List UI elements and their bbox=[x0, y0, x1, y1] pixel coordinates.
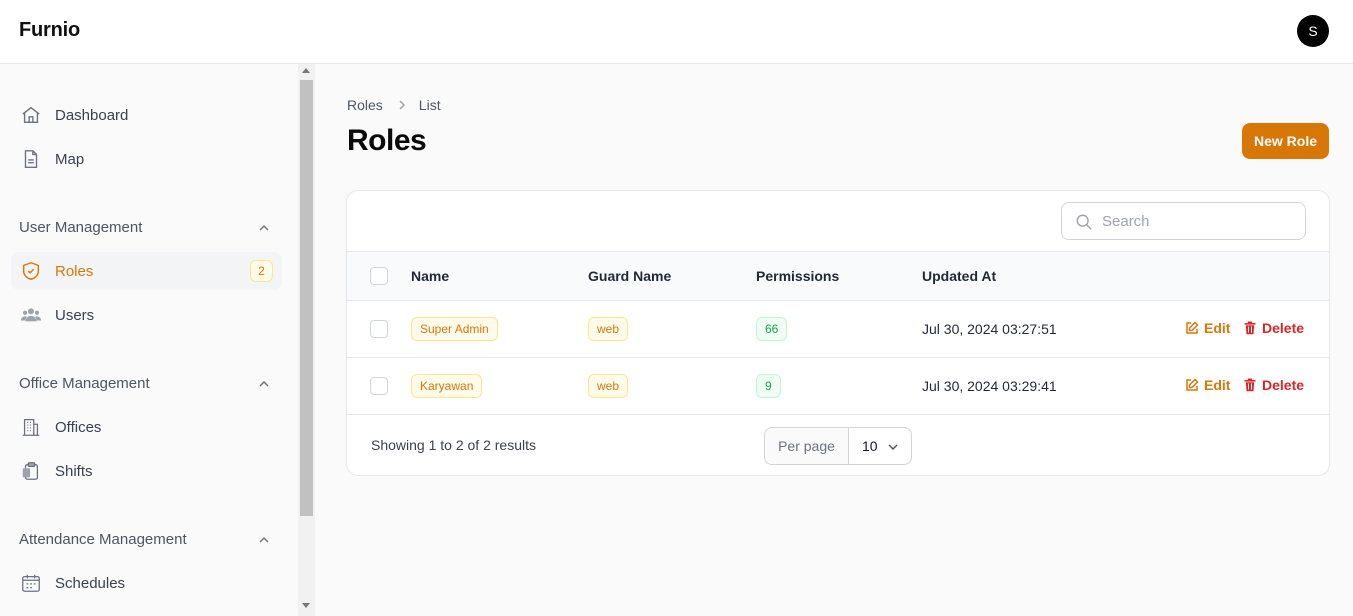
role-name-badge: Super Admin bbox=[411, 317, 498, 341]
trash-icon bbox=[1244, 321, 1256, 335]
guard-name-badge: web bbox=[588, 374, 629, 398]
brand-logo[interactable]: Furnio bbox=[19, 19, 80, 42]
sidebar-item-schedules[interactable]: Schedules bbox=[11, 564, 282, 602]
users-icon bbox=[20, 308, 42, 322]
sidebar-item-label: Shifts bbox=[55, 463, 93, 480]
sidebar-item-label: Offices bbox=[55, 419, 102, 436]
sidebar-scrollbar[interactable] bbox=[298, 64, 315, 616]
edit-label: Edit bbox=[1204, 377, 1231, 393]
search-input[interactable]: Search bbox=[1061, 202, 1306, 240]
column-updated-at[interactable]: Updated At bbox=[922, 268, 996, 284]
sidebar-item-label: Dashboard bbox=[55, 107, 129, 124]
per-page-label: Per page bbox=[765, 428, 849, 464]
delete-button[interactable]: Delete bbox=[1243, 320, 1304, 336]
group-office-management[interactable]: Office Management bbox=[19, 375, 150, 392]
breadcrumb-list: List bbox=[418, 97, 441, 113]
sidebar: Dashboard Map User Management Roles 2 Us… bbox=[0, 64, 298, 616]
sidebar-item-offices[interactable]: Offices bbox=[11, 408, 282, 446]
calendar-icon bbox=[22, 574, 40, 592]
edit-button[interactable]: Edit bbox=[1185, 320, 1230, 336]
table-row: Karyawan web 9 Jul 30, 2024 03:29:41 Edi… bbox=[347, 358, 1329, 415]
user-avatar[interactable]: S bbox=[1297, 15, 1329, 47]
scrollbar-thumb[interactable] bbox=[300, 80, 313, 516]
trash-icon bbox=[1244, 378, 1256, 392]
row-checkbox[interactable] bbox=[370, 320, 388, 338]
group-attendance-management[interactable]: Attendance Management bbox=[19, 531, 187, 548]
scroll-down-arrow-icon[interactable] bbox=[302, 603, 310, 608]
role-name-badge: Karyawan bbox=[411, 374, 483, 398]
edit-icon bbox=[1186, 378, 1199, 391]
building-icon bbox=[22, 419, 40, 436]
scroll-up-arrow-icon[interactable] bbox=[302, 68, 310, 73]
sidebar-item-roles[interactable]: Roles 2 bbox=[11, 252, 282, 290]
document-icon bbox=[24, 150, 38, 168]
chevron-right-icon bbox=[399, 100, 405, 110]
pagination-summary: Showing 1 to 2 of 2 results bbox=[371, 437, 536, 453]
edit-label: Edit bbox=[1204, 320, 1231, 336]
chevron-down-icon bbox=[888, 444, 898, 451]
search-icon bbox=[1076, 214, 1092, 230]
updated-at-cell: Jul 30, 2024 03:29:41 bbox=[922, 378, 1057, 394]
count-badge: 2 bbox=[250, 260, 273, 282]
updated-at-cell: Jul 30, 2024 03:27:51 bbox=[922, 321, 1057, 337]
delete-label: Delete bbox=[1262, 377, 1305, 393]
column-permissions[interactable]: Permissions bbox=[756, 268, 839, 284]
delete-label: Delete bbox=[1262, 320, 1305, 336]
search-placeholder: Search bbox=[1102, 213, 1150, 230]
column-guard-name[interactable]: Guard Name bbox=[588, 268, 671, 284]
per-page-value: 10 bbox=[862, 438, 878, 454]
breadcrumb: Roles List bbox=[347, 97, 441, 113]
chevron-up-icon[interactable] bbox=[257, 221, 271, 235]
column-name[interactable]: Name bbox=[411, 268, 449, 284]
group-user-management[interactable]: User Management bbox=[19, 219, 142, 236]
sidebar-item-label: Roles bbox=[55, 263, 94, 280]
edit-button[interactable]: Edit bbox=[1185, 377, 1230, 393]
edit-icon bbox=[1186, 321, 1199, 334]
row-checkbox[interactable] bbox=[370, 377, 388, 395]
sidebar-item-shifts[interactable]: Shifts bbox=[11, 452, 282, 490]
table-header: Name Guard Name Permissions Updated At bbox=[347, 251, 1329, 301]
sidebar-item-label: Map bbox=[55, 151, 85, 168]
page-title: Roles bbox=[347, 124, 427, 157]
table-row: Super Admin web 66 Jul 30, 2024 03:27:51… bbox=[347, 301, 1329, 358]
sidebar-item-dashboard[interactable]: Dashboard bbox=[11, 96, 282, 134]
guard-name-badge: web bbox=[588, 317, 629, 341]
permissions-count-badge: 66 bbox=[756, 317, 788, 341]
clipboard-icon bbox=[22, 462, 39, 480]
select-all-checkbox[interactable] bbox=[370, 267, 388, 285]
shield-icon bbox=[22, 261, 40, 281]
roles-table-card: Search Name Guard Name Permissions Updat… bbox=[346, 190, 1330, 476]
home-icon bbox=[22, 106, 40, 124]
new-role-button[interactable]: New Role bbox=[1242, 123, 1329, 159]
permissions-count-badge: 9 bbox=[756, 374, 781, 398]
sidebar-item-label: Schedules bbox=[55, 575, 126, 592]
top-bar: Furnio S bbox=[0, 0, 1353, 64]
per-page-select[interactable]: Per page 10 bbox=[764, 427, 912, 465]
breadcrumb-roles[interactable]: Roles bbox=[347, 97, 383, 113]
sidebar-item-map[interactable]: Map bbox=[11, 140, 282, 178]
chevron-up-icon[interactable] bbox=[257, 533, 271, 547]
sidebar-item-label: Users bbox=[55, 307, 95, 324]
delete-button[interactable]: Delete bbox=[1243, 377, 1304, 393]
sidebar-item-users[interactable]: Users bbox=[11, 296, 282, 334]
chevron-up-icon[interactable] bbox=[257, 377, 271, 391]
